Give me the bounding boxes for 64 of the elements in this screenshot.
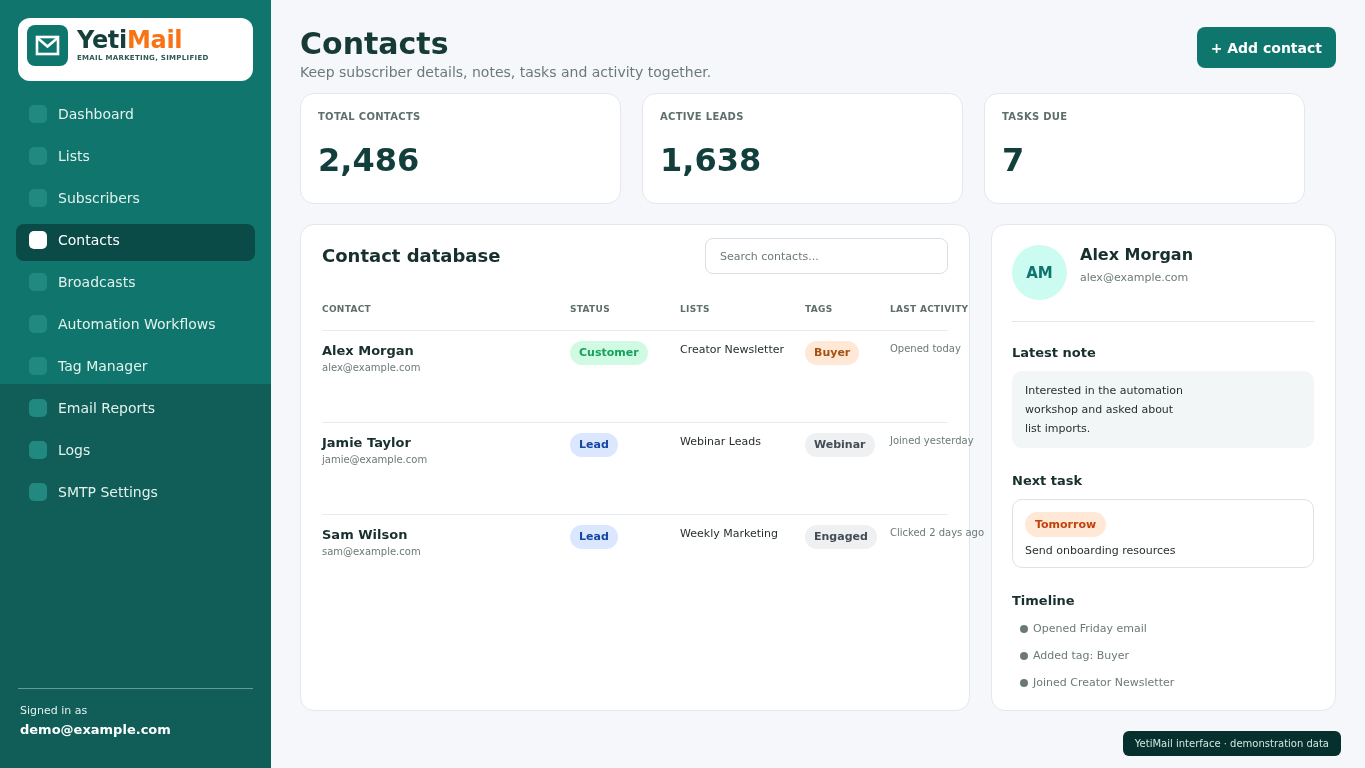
last-activity: Joined yesterday bbox=[890, 434, 974, 448]
bullet-dot-icon bbox=[1020, 679, 1028, 687]
contact-email: jamie@example.com bbox=[322, 453, 428, 467]
timeline-entry: Opened Friday email bbox=[1033, 621, 1147, 637]
nav-item[interactable]: Broadcasts bbox=[16, 266, 255, 303]
stat-label: ACTIVE LEADS bbox=[660, 111, 744, 123]
column-header: LAST ACTIVITY bbox=[890, 303, 969, 316]
nav-item[interactable]: Email Reports bbox=[16, 392, 255, 429]
bullet-dot-icon bbox=[1020, 625, 1028, 633]
nav-item[interactable]: Tag Manager bbox=[16, 350, 255, 387]
contact-email: alex@example.com bbox=[1080, 270, 1189, 286]
contact-name: Jamie Taylor bbox=[322, 434, 411, 452]
nav-item[interactable]: Dashboard bbox=[16, 98, 255, 135]
nav-item[interactable]: Contacts bbox=[16, 224, 255, 261]
stat-label: TOTAL CONTACTS bbox=[318, 111, 421, 123]
tag-badge: Buyer bbox=[805, 341, 860, 365]
card-title: Contact database bbox=[322, 245, 501, 267]
timeline-entry: Added tag: Buyer bbox=[1033, 648, 1130, 664]
list-name: Creator Newsletter bbox=[680, 342, 784, 358]
tag-badge: Webinar bbox=[805, 433, 875, 457]
note-text: Interested in the automation workshop and asked about list imports. bbox=[1025, 383, 1184, 437]
status-badge: Customer bbox=[570, 341, 648, 365]
signed-in-label: Signed in as bbox=[20, 704, 88, 718]
section-heading: Timeline bbox=[1012, 592, 1075, 610]
search-field[interactable]: Search contacts... bbox=[705, 238, 948, 274]
bullet-dot-icon bbox=[1020, 652, 1028, 660]
contact-name: Alex Morgan bbox=[322, 342, 414, 360]
account-email: demo@example.com bbox=[20, 721, 171, 739]
section-heading: Latest note bbox=[1012, 344, 1096, 362]
column-header: CONTACT bbox=[322, 303, 372, 316]
nav-item[interactable]: Lists bbox=[16, 140, 255, 177]
status-badge: Lead bbox=[570, 433, 618, 457]
nav-item[interactable]: Automation Workflows bbox=[16, 308, 255, 345]
task-text: Send onboarding resources bbox=[1025, 543, 1176, 559]
brand-name: YetiMail bbox=[77, 27, 184, 53]
column-header: TAGS bbox=[805, 303, 833, 316]
timeline-entry: Joined Creator Newsletter bbox=[1033, 675, 1175, 691]
contact-name: Alex Morgan bbox=[1080, 245, 1194, 265]
column-header: LISTS bbox=[680, 303, 710, 316]
contact-name: Sam Wilson bbox=[322, 526, 408, 544]
contact-email: sam@example.com bbox=[322, 545, 421, 559]
list-name: Webinar Leads bbox=[680, 434, 761, 450]
stat-value: 2,486 bbox=[318, 141, 420, 179]
footer-note: YetiMail interface · demonstration data bbox=[1122, 731, 1341, 756]
stat-value: 7 bbox=[1002, 141, 1025, 179]
list-name: Weekly Marketing bbox=[680, 526, 779, 542]
nav-item[interactable]: Logs bbox=[16, 434, 255, 471]
stat-label: TASKS DUE bbox=[1002, 111, 1068, 123]
due-badge: Tomorrow bbox=[1025, 512, 1107, 537]
nav-item[interactable]: Subscribers bbox=[16, 182, 255, 219]
add-contact-button[interactable]: + Add contact bbox=[1196, 27, 1336, 68]
contact-email: alex@example.com bbox=[322, 361, 421, 375]
page-subtitle: Keep subscriber details, notes, tasks and activity together. bbox=[300, 63, 712, 81]
nav-item[interactable]: SMTP Settings bbox=[16, 476, 255, 513]
last-activity: Opened today bbox=[890, 342, 961, 356]
avatar-initials: AM bbox=[1012, 245, 1067, 300]
section-heading: Next task bbox=[1012, 472, 1083, 490]
column-header: STATUS bbox=[570, 303, 610, 316]
envelope-icon bbox=[27, 25, 68, 66]
last-activity: Clicked 2 days ago bbox=[890, 526, 985, 540]
page-title: Contacts bbox=[300, 27, 449, 61]
tag-badge: Engaged bbox=[805, 525, 877, 549]
stat-value: 1,638 bbox=[660, 141, 762, 179]
status-badge: Lead bbox=[570, 525, 618, 549]
